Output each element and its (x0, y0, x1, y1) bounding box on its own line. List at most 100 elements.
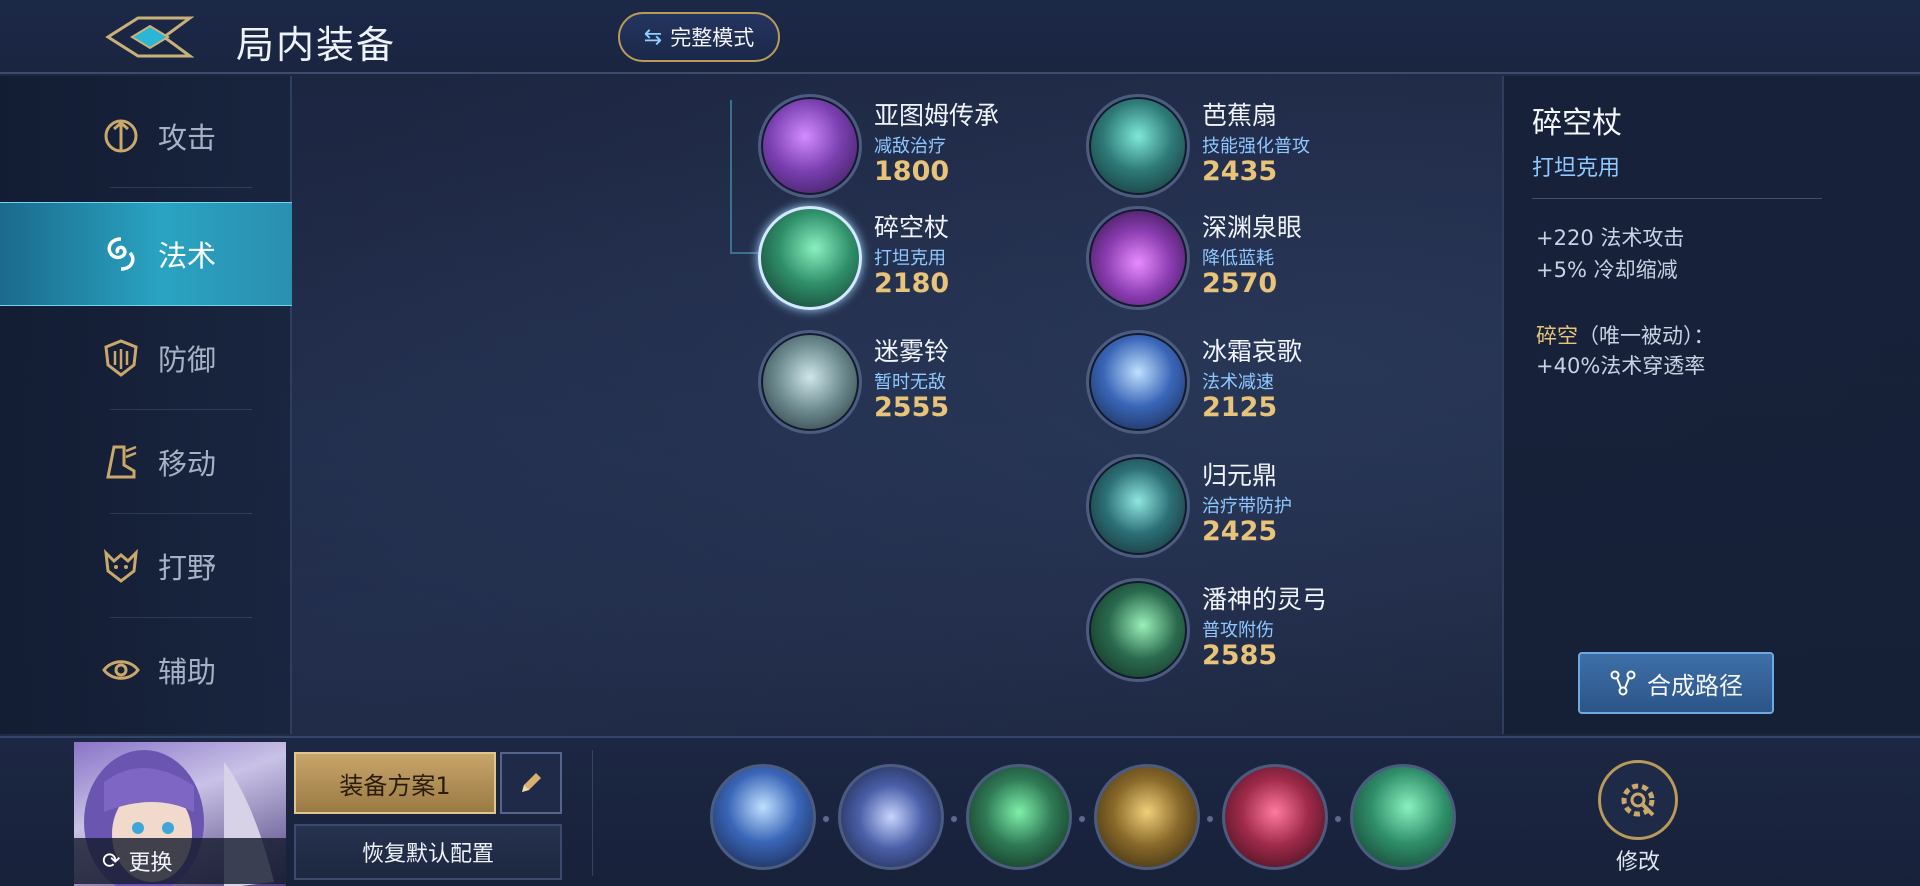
item-desc: 技能强化普攻 (1202, 136, 1310, 157)
sidebar-item-movement[interactable]: 移动 (0, 410, 292, 514)
item-name: 归元鼎 (1202, 461, 1278, 490)
detail-item-name: 碎空杖 (1532, 106, 1622, 141)
detail-stat: +5% 冷却缩减 (1536, 258, 1678, 282)
item-desc: 普攻附伤 (1202, 620, 1274, 641)
modify-button[interactable]: 修改 (1588, 760, 1688, 880)
fan-icon (1086, 94, 1190, 198)
silver-bell-icon (758, 330, 862, 434)
sidebar-item-label: 移动 (158, 447, 217, 481)
detail-item-tag: 打坦克用 (1532, 156, 1621, 181)
item-name: 潘神的灵弓 (1202, 585, 1328, 614)
mana-boots-icon[interactable] (838, 764, 944, 870)
item-name: 深渊泉眼 (1202, 213, 1303, 242)
item-card[interactable]: 芭蕉扇 技能强化普攻 2435 (1086, 94, 1416, 204)
sidebar-item-label: 打野 (158, 551, 217, 585)
spirit-bow-icon (1086, 578, 1190, 682)
slot-separator (1335, 816, 1341, 822)
item-desc: 减敌治疗 (874, 136, 946, 157)
slot-separator (1079, 816, 1085, 822)
upgrade-tree-line (730, 252, 760, 254)
detail-passive-title: 碎空（唯一被动）： (1536, 320, 1715, 350)
item-name: 冰霜哀歌 (1202, 337, 1303, 366)
golden-pharaoh-icon[interactable] (1094, 764, 1200, 870)
item-price: 2125 (1202, 392, 1278, 423)
item-card[interactable]: 归元鼎 治疗带防护 2425 (1086, 454, 1416, 564)
item-desc: 打坦克用 (874, 248, 946, 269)
refresh-icon: ⟳ (102, 848, 121, 874)
synthesis-path-button[interactable]: 合成路径 (1578, 652, 1774, 714)
eye-icon (102, 660, 140, 680)
item-desc: 法术减速 (1202, 372, 1274, 393)
item-name: 迷雾铃 (874, 337, 950, 366)
detail-stat: +220 法术攻击 (1536, 226, 1685, 250)
item-desc: 暂时无敌 (874, 372, 946, 393)
wizard-hat-icon[interactable] (1222, 764, 1328, 870)
category-sidebar: 攻击 法术 防御 移动 打野 辅助 (0, 76, 292, 734)
path-nodes-icon (1610, 670, 1636, 696)
item-detail-panel: 碎空杖 打坦克用 +220 法术攻击 +5% 冷却缩减 碎空（唯一被动）： +4… (1502, 76, 1920, 734)
magic-swirl-icon (107, 237, 135, 271)
item-price: 2435 (1202, 156, 1278, 187)
frost-shard-icon[interactable] (710, 764, 816, 870)
sidebar-item-jungle[interactable]: 打野 (0, 514, 292, 618)
item-name: 亚图姆传承 (874, 101, 1000, 130)
slot-separator (951, 816, 957, 822)
change-label: 更换 (128, 851, 173, 876)
slot-separator (1207, 816, 1213, 822)
divider (1532, 198, 1822, 199)
item-desc: 治疗带防护 (1202, 496, 1292, 517)
item-price: 2180 (874, 268, 950, 299)
item-card[interactable]: 冰霜哀歌 法术减速 2125 (1086, 330, 1416, 440)
item-card[interactable]: 潘神的灵弓 普攻附伤 2585 (1086, 578, 1416, 688)
sidebar-item-defense[interactable]: 防御 (0, 306, 292, 410)
jade-staff-icon (758, 206, 862, 310)
purple-book-icon (758, 94, 862, 198)
synthesis-path-label: 合成路径 (1647, 671, 1743, 700)
emerald-orb-icon[interactable] (966, 764, 1072, 870)
sidebar-item-support[interactable]: 辅助 (0, 618, 292, 722)
jungle-beast-icon (104, 548, 138, 583)
gear-icon (1598, 760, 1678, 840)
item-price: 2570 (1202, 268, 1278, 299)
item-card[interactable]: 迷雾铃 暂时无敌 2555 (758, 330, 1088, 440)
jade-staff-icon[interactable] (1350, 764, 1456, 870)
bottom-bar: ⟳ 更换 装备方案1 恢复默认配置 修改 (0, 736, 1920, 886)
item-price: 1800 (874, 156, 950, 187)
item-card-selected[interactable]: 碎空杖 打坦克用 2180 (758, 206, 1088, 316)
item-card[interactable]: 亚图姆传承 减敌治疗 1800 (758, 94, 1088, 204)
frost-shard-icon (1086, 330, 1190, 434)
sidebar-item-attack[interactable]: 攻击 (0, 84, 292, 188)
item-card[interactable]: 深渊泉眼 降低蓝耗 2570 (1086, 206, 1416, 316)
item-name: 碎空杖 (874, 213, 950, 242)
page-title: 局内装备 (236, 23, 397, 67)
sidebar-item-label: 防御 (158, 343, 217, 377)
back-icon[interactable] (104, 12, 195, 62)
full-mode-label: 完整模式 (670, 26, 755, 50)
item-name: 芭蕉扇 (1202, 101, 1278, 130)
item-price: 2425 (1202, 516, 1278, 547)
sidebar-item-magic[interactable]: 法术 (0, 202, 292, 306)
pencil-icon[interactable] (500, 752, 562, 814)
change-hero-button[interactable]: ⟳ 更换 (74, 838, 286, 884)
sidebar-item-label: 辅助 (158, 655, 217, 689)
header-bar: 局内装备 ⇆ 完整模式 (0, 0, 1920, 74)
slot-separator (823, 816, 829, 822)
reset-default-button[interactable]: 恢复默认配置 (294, 824, 562, 880)
sidebar-item-label: 攻击 (158, 121, 217, 155)
cauldron-icon (1086, 454, 1190, 558)
equipment-plan-button[interactable]: 装备方案1 (294, 752, 496, 814)
sidebar-item-label: 法术 (158, 239, 217, 273)
modify-label: 修改 (1615, 850, 1660, 875)
item-desc: 降低蓝耗 (1202, 248, 1274, 269)
detail-passive-text: +40%法术穿透率 (1536, 354, 1706, 378)
item-price: 2585 (1202, 640, 1278, 671)
abyss-fountain-icon (1086, 206, 1190, 310)
boot-icon (106, 445, 137, 479)
swap-icon: ⇆ (643, 24, 663, 50)
sword-icon (104, 119, 138, 153)
passive-label: （唯一被动）： (1578, 324, 1715, 348)
passive-name: 碎空 (1536, 324, 1578, 348)
item-price: 2555 (874, 392, 950, 423)
upgrade-tree-line (730, 100, 732, 254)
full-mode-button[interactable]: ⇆ 完整模式 (618, 12, 780, 62)
